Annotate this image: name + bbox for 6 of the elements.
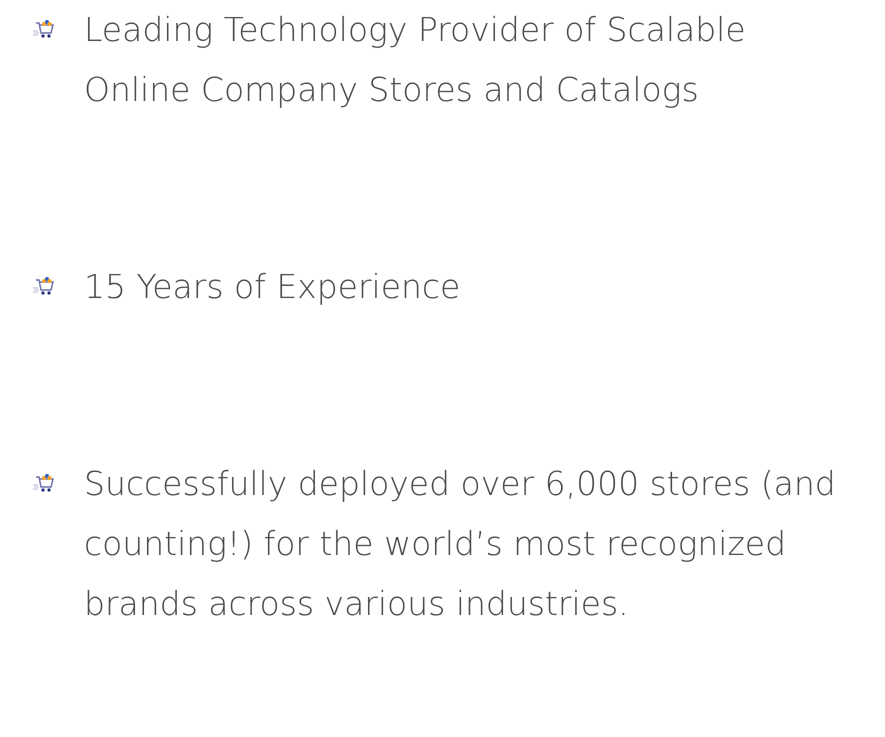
bullet-text: Leading Technology Provider of Scalable Online Company Stores and Catalogs [84,9,747,111]
shopping-cart-icon [33,19,55,39]
bullet-text: 15 Years of Experience [84,266,460,308]
bullet-text: Successfully deployed over 6,000 stores (and counting!) for the world’s most recognized brands across various industries. [84,463,837,625]
shopping-cart-icon [33,276,55,296]
shopping-cart-icon [33,473,55,493]
